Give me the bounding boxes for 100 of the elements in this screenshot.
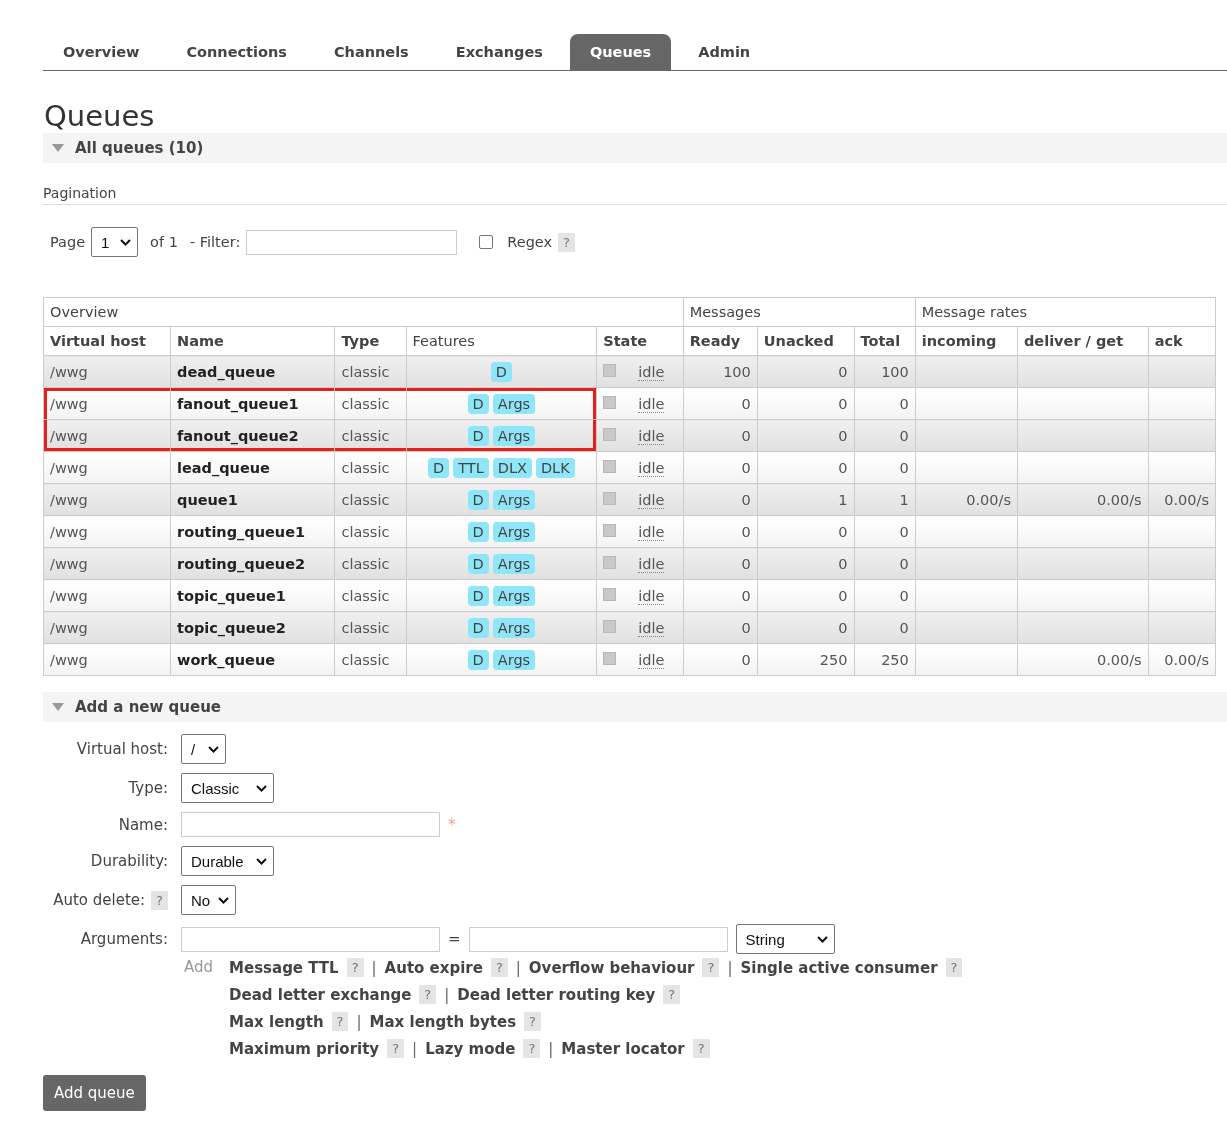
nav-tab[interactable]: Admin	[678, 34, 771, 70]
input-field[interactable]	[181, 926, 440, 952]
queue-name-link[interactable]: work_queue	[170, 643, 335, 676]
table-cell: 0	[757, 515, 854, 548]
help-button[interactable]: ?	[419, 985, 437, 1004]
regex-checkbox[interactable]	[479, 235, 494, 249]
column-header: Total	[854, 326, 916, 356]
table-cell: 0	[757, 547, 854, 580]
page-label: Page	[50, 234, 86, 250]
queue-name-link[interactable]: routing_queue1	[170, 515, 335, 548]
help-button[interactable]: ?	[151, 890, 168, 910]
feature-badge: D	[467, 425, 489, 446]
table-cell: 0	[757, 387, 854, 420]
queue-name-link[interactable]: routing_queue2	[170, 547, 335, 580]
table-cell: 0	[757, 451, 854, 484]
feature-badge: D	[490, 361, 512, 382]
argument-link[interactable]: Dead letter exchange	[229, 985, 412, 1004]
queue-name-link[interactable]: topic_queue1	[170, 579, 335, 612]
queue-name-link[interactable]: lead_queue	[170, 451, 335, 484]
separator: |	[356, 1012, 362, 1031]
select-field[interactable]: No	[181, 885, 237, 915]
separator: |	[412, 1039, 418, 1058]
argument-link[interactable]: Dead letter routing key	[457, 985, 656, 1004]
help-button[interactable]: ?	[331, 1012, 349, 1031]
table-cell: 0	[757, 355, 854, 388]
queue-name-link[interactable]: dead_queue	[170, 355, 335, 388]
help-button[interactable]: ?	[692, 1039, 710, 1058]
add-queue-button[interactable]: Add queue	[43, 1075, 146, 1111]
equals-sign: =	[448, 930, 461, 948]
feature-badge: D	[428, 457, 450, 478]
argument-link[interactable]: Maximum priority	[229, 1039, 380, 1058]
table-cell: 0	[683, 515, 758, 548]
input-field[interactable]	[181, 812, 440, 837]
column-header: deliver / get	[1017, 326, 1149, 356]
help-button[interactable]: ?	[945, 958, 963, 977]
argument-link[interactable]: Lazy mode	[425, 1039, 516, 1058]
queue-name-link[interactable]: topic_queue2	[170, 611, 335, 644]
table-cell	[1148, 611, 1216, 644]
help-button[interactable]: ?	[490, 958, 508, 977]
nav-tab[interactable]: Connections	[166, 34, 307, 70]
table-cell: 0	[757, 611, 854, 644]
section-header[interactable]: Add a new queue	[43, 692, 1227, 722]
nav-tab[interactable]: Overview	[43, 34, 160, 70]
section-header[interactable]: All queues (10)	[43, 133, 1227, 163]
select-field[interactable]: /	[181, 734, 226, 764]
argument-link[interactable]: Max length	[229, 1012, 324, 1031]
table-cell: 0	[683, 387, 758, 420]
argument-link[interactable]: Single active consumer	[740, 958, 938, 977]
help-button[interactable]: ?	[346, 958, 364, 977]
table-cell: /wwg	[43, 643, 171, 676]
queue-name-link[interactable]: fanout_queue1	[170, 387, 335, 420]
separator: |	[371, 958, 377, 977]
field-label: Durability:	[89, 852, 168, 870]
table-cell: 250	[757, 643, 854, 676]
argument-link[interactable]: Max length bytes	[369, 1012, 517, 1031]
state-text: idle	[638, 619, 665, 637]
table-cell: classic	[334, 387, 406, 420]
nav-tab[interactable]: Channels	[313, 34, 429, 70]
help-button[interactable]: ?	[387, 1039, 405, 1058]
feature-badge: DLK	[535, 457, 575, 478]
argument-link[interactable]: Master locator	[561, 1039, 685, 1058]
argument-link[interactable]: Overflow behaviour	[528, 958, 695, 977]
table-cell	[1148, 355, 1216, 388]
select-field[interactable]: Durable	[181, 846, 274, 876]
page-select[interactable]: 1	[91, 227, 139, 257]
feature-badge: D	[467, 585, 489, 606]
filter-field[interactable]	[246, 229, 458, 255]
table-cell: 0	[854, 579, 916, 612]
help-button[interactable]: ?	[558, 232, 575, 252]
feature-badge: Args	[492, 425, 536, 446]
state-indicator-icon	[603, 427, 617, 441]
table-cell: /wwg	[43, 419, 171, 452]
page-count: of 1	[150, 234, 178, 250]
feature-badge: Args	[492, 393, 536, 414]
select-field[interactable]: Classic	[181, 773, 274, 803]
help-button[interactable]: ?	[702, 958, 720, 977]
input-field[interactable]	[468, 926, 728, 952]
select-field[interactable]: String	[735, 924, 835, 954]
queue-name-link[interactable]: queue1	[170, 483, 335, 516]
state-text: idle	[638, 555, 665, 573]
table-cell: classic	[334, 515, 406, 548]
feature-badge: D	[467, 521, 489, 542]
nav-tab[interactable]: Queues	[569, 34, 672, 70]
queue-name-link[interactable]: fanout_queue2	[170, 419, 335, 452]
nav-tab[interactable]: Exchanges	[435, 34, 563, 70]
feature-badge: Args	[492, 521, 536, 542]
field-label: Virtual host:	[75, 740, 168, 758]
help-button[interactable]: ?	[523, 1039, 541, 1058]
feature-badge: TTL	[453, 457, 489, 478]
separator: |	[548, 1039, 554, 1058]
argument-link[interactable]: Message TTL	[229, 958, 339, 977]
argument-link[interactable]: Auto expire	[384, 958, 483, 977]
table-cell: 0	[854, 547, 916, 580]
feature-badge: D	[467, 553, 489, 574]
state-indicator-icon	[603, 587, 617, 601]
table-cell	[1148, 515, 1216, 548]
help-button[interactable]: ?	[524, 1012, 541, 1031]
help-button[interactable]: ?	[663, 985, 681, 1004]
chevron-down-icon	[218, 896, 230, 904]
table-cell: 0	[757, 579, 854, 612]
